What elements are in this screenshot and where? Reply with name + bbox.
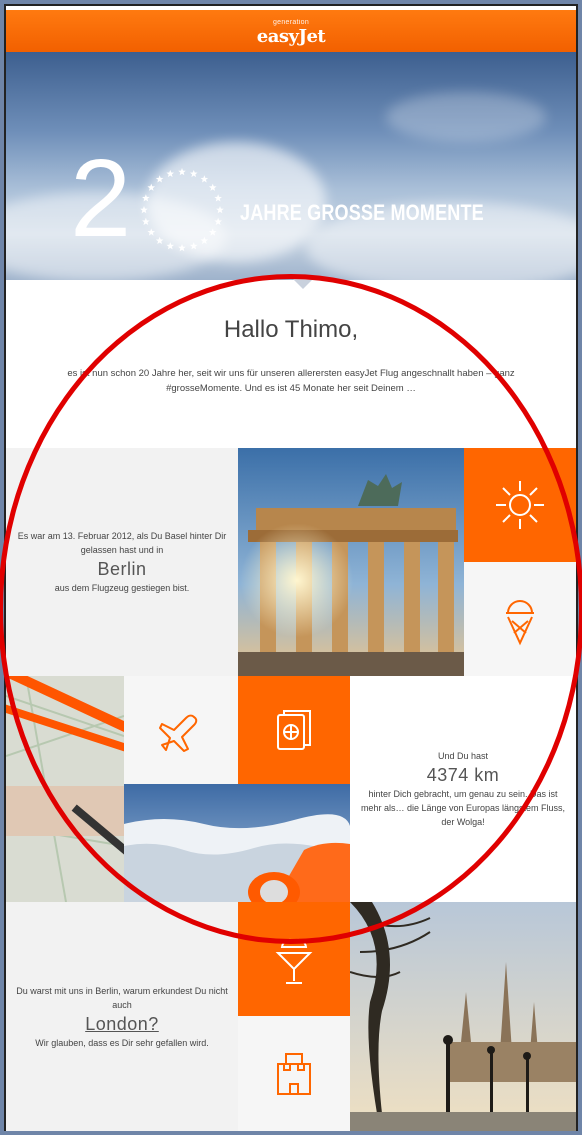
suggestion-outro: Wir glauben, dass es Dir sehr gefallen w… xyxy=(35,1037,209,1048)
hero-banner[interactable]: 2 JAHRE GROSSE MOMENTE xyxy=(6,52,576,280)
star-icon xyxy=(189,242,198,250)
star-icon xyxy=(178,168,186,176)
hero-number: 2 xyxy=(70,137,131,260)
suggestion-intro: Du warst mit uns in Berlin, warum erkund… xyxy=(16,985,228,1010)
star-icon xyxy=(214,217,222,225)
star-icon xyxy=(189,169,198,178)
castle-icon xyxy=(277,1052,311,1095)
hero-title: JAHRE GROSSE MOMENTE xyxy=(240,200,484,225)
easyjet-logo[interactable]: easyJet xyxy=(6,26,576,47)
star-icon xyxy=(166,169,175,178)
star-icon xyxy=(142,217,150,225)
star-icon xyxy=(166,242,175,250)
star-icon xyxy=(178,244,186,252)
suggested-city-link[interactable]: London? xyxy=(85,1012,159,1036)
star-icon xyxy=(155,236,164,244)
star-icon xyxy=(216,206,224,214)
star-icon xyxy=(200,175,209,183)
star-icon xyxy=(140,206,148,214)
star-icon xyxy=(147,183,156,191)
castle-tile xyxy=(238,1016,350,1131)
star-icon xyxy=(147,228,156,236)
brand-tagline: generation xyxy=(272,19,310,26)
suggestion-text-block: Du warst mit uns in Berlin, warum erkund… xyxy=(6,902,238,1131)
star-icon xyxy=(155,175,164,183)
annotation-circle xyxy=(0,274,582,944)
star-icon xyxy=(214,194,222,202)
header-bar: generation easyJet xyxy=(6,10,576,52)
star-icon xyxy=(200,236,209,244)
star-icon xyxy=(208,183,217,191)
star-icon xyxy=(142,194,150,202)
star-icon xyxy=(208,228,217,236)
star-ring-icon xyxy=(140,168,224,252)
london-photo xyxy=(350,902,576,1131)
